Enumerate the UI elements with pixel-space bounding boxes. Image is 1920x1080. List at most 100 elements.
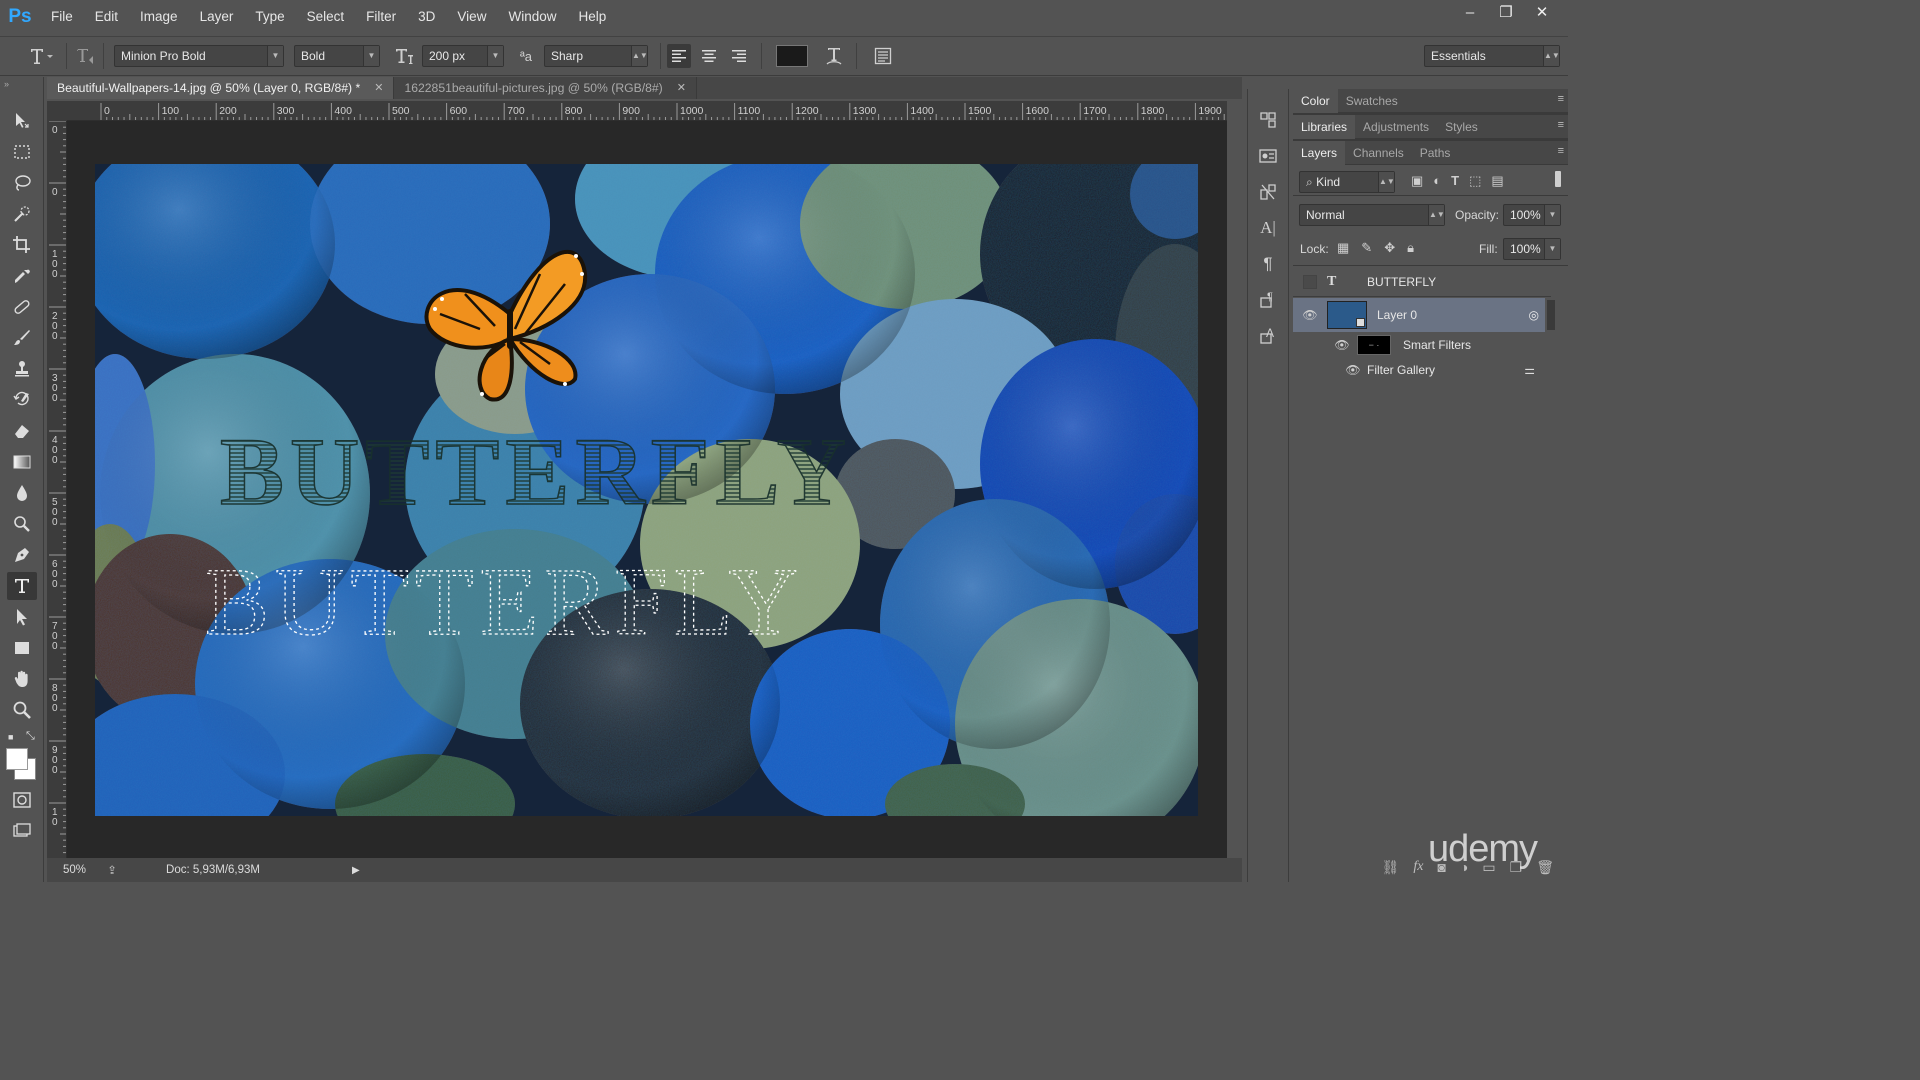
tab-beautiful-wallpapers[interactable]: Beautiful-Wallpapers-14.jpg @ 50% (Layer… (47, 77, 395, 99)
eye-icon[interactable]: 👁︎ (1345, 362, 1361, 378)
character-panel-icon[interactable] (871, 44, 895, 68)
panel-menu-icon[interactable]: ≡ (1558, 93, 1564, 105)
eye-icon[interactable]: 👁︎ (1302, 307, 1318, 323)
crop-tool-icon[interactable] (7, 231, 37, 259)
dodge-tool-icon[interactable] (7, 510, 37, 538)
antialias-select[interactable]: Sharp ▲▼ (544, 45, 648, 67)
menu-edit[interactable]: Edit (84, 0, 129, 34)
menu-file[interactable]: File (40, 0, 84, 34)
close-button[interactable]: ✕ (1524, 0, 1560, 24)
paragraph-styles-icon[interactable]: ¶ (1253, 285, 1283, 315)
default-colors-icon[interactable]: ■ (8, 732, 13, 742)
lock-image-icon[interactable]: ✎ (1361, 240, 1372, 256)
align-right-icon[interactable] (727, 44, 751, 68)
quick-mask-icon[interactable] (7, 786, 37, 814)
font-style-select[interactable]: Bold ▼ (294, 45, 380, 67)
foreground-color-swatch[interactable] (6, 748, 28, 770)
menu-view[interactable]: View (446, 0, 497, 34)
menu-layer[interactable]: Layer (189, 0, 245, 34)
minimize-button[interactable]: – (1452, 0, 1488, 24)
properties-panel-icon[interactable] (1253, 141, 1283, 171)
character-panel-icon[interactable]: A| (1253, 213, 1283, 243)
toggle-text-orientation-icon[interactable] (73, 44, 97, 68)
hand-tool-icon[interactable] (7, 665, 37, 693)
history-panel-icon[interactable] (1253, 105, 1283, 135)
eraser-tool-icon[interactable] (7, 417, 37, 445)
close-icon[interactable]: ✕ (677, 77, 686, 99)
opacity-input[interactable]: 100% ▼ (1503, 204, 1561, 226)
layer-row-layer-0[interactable]: 👁︎ Layer 0 ◎ (1293, 298, 1545, 332)
clone-stamp-tool-icon[interactable] (7, 355, 37, 383)
menu-select[interactable]: Select (296, 0, 356, 34)
layer-row-smart-filters[interactable]: 👁︎ − · Smart Filters (1293, 332, 1551, 358)
character-styles-icon[interactable]: A (1253, 321, 1283, 351)
butterfly-selection-outline[interactable]: BUTTERFLY (204, 547, 804, 655)
blend-mode-select[interactable]: Normal ▲▼ (1299, 204, 1445, 226)
clone-source-panel-icon[interactable] (1253, 177, 1283, 207)
ruler-origin[interactable] (47, 101, 67, 121)
rectangle-tool-icon[interactable] (7, 634, 37, 662)
blur-tool-icon[interactable] (7, 479, 37, 507)
layer-row-filter-gallery[interactable]: 👁︎ Filter Gallery ⚌ (1293, 358, 1543, 382)
butterfly-text-layer[interactable]: BUTTERFLY (219, 417, 852, 526)
filter-toggle[interactable] (1555, 171, 1561, 187)
fx-icon[interactable]: fx (1413, 859, 1423, 875)
tab-libraries[interactable]: Libraries (1293, 114, 1356, 139)
close-icon[interactable]: ✕ (374, 77, 383, 99)
tab-layers[interactable]: Layers (1293, 140, 1346, 165)
menu-window[interactable]: Window (497, 0, 567, 34)
layers-scrollbar[interactable] (1547, 300, 1555, 330)
tab-adjustments[interactable]: Adjustments (1355, 115, 1437, 139)
workspace-select[interactable]: Essentials ▲▼ (1424, 45, 1560, 67)
horizontal-ruler[interactable]: 0 100 200 300 400 500 600 700 800 900 1000 1100 1200… (67, 101, 1227, 121)
zoom-tool-icon[interactable] (7, 696, 37, 724)
font-size-input[interactable]: 200 px ▼ (422, 45, 504, 67)
font-family-select[interactable]: Minion Pro Bold ▼ (114, 45, 284, 67)
marquee-tool-icon[interactable] (7, 138, 37, 166)
history-brush-tool-icon[interactable] (7, 386, 37, 414)
share-icon[interactable]: ⇪ (104, 863, 120, 877)
status-menu-arrow-icon[interactable]: ▶ (352, 865, 360, 876)
gradient-tool-icon[interactable] (7, 448, 37, 476)
tab-styles[interactable]: Styles (1437, 115, 1486, 139)
visibility-toggle-off[interactable] (1303, 274, 1317, 289)
screen-mode-icon[interactable] (7, 817, 37, 845)
smart-object-filter-icon[interactable]: ▤ (1491, 173, 1503, 189)
pixel-filter-icon[interactable]: ▣ (1411, 173, 1423, 189)
filter-kind-select[interactable]: ⌕ Kind ▲▼ (1299, 171, 1395, 193)
fill-input[interactable]: 100% ▼ (1503, 238, 1561, 260)
eyedropper-tool-icon[interactable] (7, 262, 37, 290)
eye-icon[interactable]: 👁︎ (1334, 337, 1350, 353)
adjustment-filter-icon[interactable]: ◐ (1433, 173, 1441, 189)
vertical-ruler[interactable]: 0010020030040050060070080090010 (47, 121, 67, 858)
path-selection-tool-icon[interactable] (7, 603, 37, 631)
type-tool-preset-icon[interactable] (24, 44, 60, 68)
align-center-icon[interactable] (697, 44, 721, 68)
tab-swatches[interactable]: Swatches (1338, 89, 1406, 113)
text-color-swatch[interactable] (776, 45, 808, 67)
filter-blending-options-icon[interactable]: ⚌ (1524, 363, 1535, 377)
shape-filter-icon[interactable]: ⬚ (1469, 173, 1481, 189)
swap-colors-icon[interactable]: ⤡ (26, 730, 35, 743)
restore-button[interactable]: ❐ (1488, 0, 1524, 24)
lock-transparent-icon[interactable]: ▦ (1337, 240, 1349, 256)
menu-type[interactable]: Type (244, 0, 295, 34)
paragraph-panel-icon[interactable]: ¶ (1253, 249, 1283, 279)
tab-channels[interactable]: Channels (1345, 141, 1412, 165)
move-tool-icon[interactable] (7, 107, 37, 135)
quick-selection-tool-icon[interactable] (7, 200, 37, 228)
brush-tool-icon[interactable] (7, 324, 37, 352)
zoom-level[interactable]: 50% (63, 864, 86, 876)
link-icon[interactable]: ⛓ (1382, 859, 1400, 876)
type-filter-icon[interactable]: T (1451, 173, 1459, 189)
color-picker-swatches[interactable]: ■ ⤡ (0, 730, 44, 782)
menu-filter[interactable]: Filter (355, 0, 407, 34)
tab-beautiful-pictures[interactable]: 1622851beautiful-pictures.jpg @ 50% (RGB… (394, 77, 697, 99)
type-tool-icon[interactable] (6, 572, 37, 600)
trash-icon[interactable]: 🗑︎ (1536, 859, 1554, 876)
tab-paths[interactable]: Paths (1412, 141, 1459, 165)
menu-3d[interactable]: 3D (407, 0, 446, 34)
lasso-tool-icon[interactable] (7, 169, 37, 197)
pen-tool-icon[interactable] (7, 541, 37, 569)
lock-position-icon[interactable]: ✥ (1384, 240, 1395, 256)
